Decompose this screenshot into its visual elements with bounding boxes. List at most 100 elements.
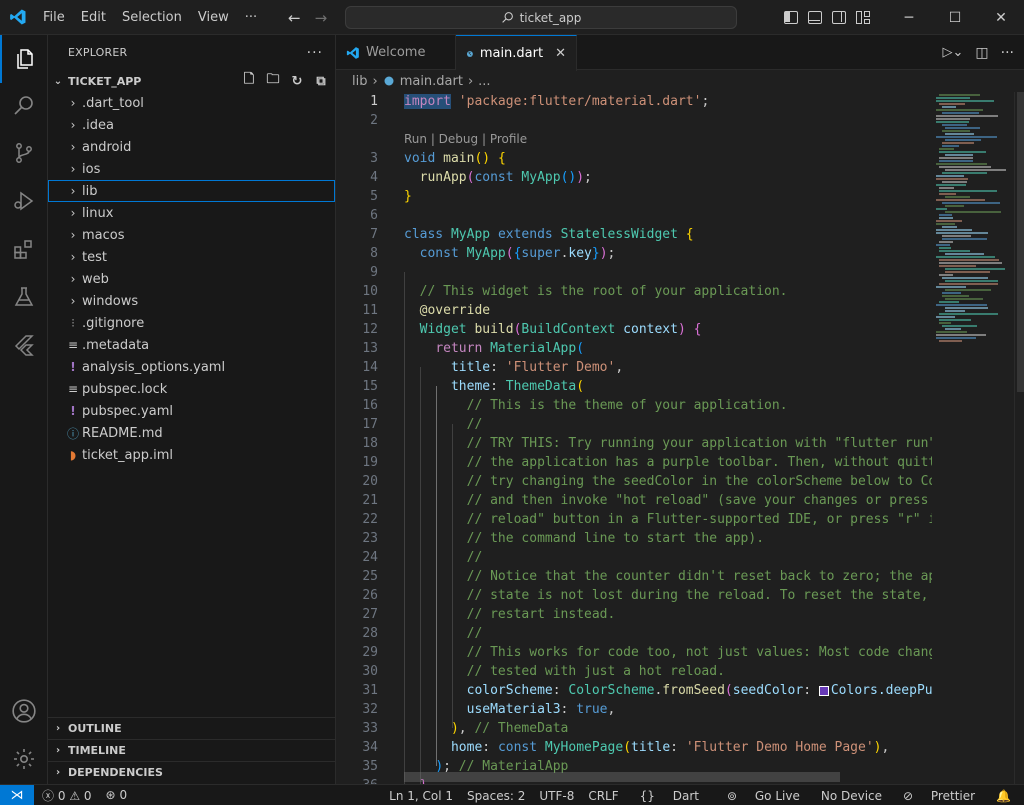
file-readme[interactable]: ⓘ README.md bbox=[48, 422, 335, 444]
close-window-icon[interactable]: ✕ bbox=[978, 0, 1024, 35]
collapse-all-icon[interactable]: ⧉ bbox=[313, 73, 329, 89]
folder-lib[interactable]: › lib bbox=[48, 180, 335, 202]
file-gitignore[interactable]: ⁝ .gitignore bbox=[48, 312, 335, 334]
customize-layout-icon[interactable] bbox=[856, 11, 870, 24]
dependencies-section[interactable]: › DEPENDENCIES bbox=[48, 761, 335, 783]
ports-indicator[interactable]: ⊛ 0 bbox=[106, 788, 128, 802]
menu-more[interactable]: ··· bbox=[237, 0, 265, 35]
accounts-activity[interactable] bbox=[0, 687, 48, 735]
timeline-section[interactable]: › TIMELINE bbox=[48, 739, 335, 761]
extensions-activity[interactable] bbox=[0, 225, 48, 273]
minimap-line bbox=[936, 136, 997, 138]
menu-edit[interactable]: Edit bbox=[73, 0, 114, 35]
minimap[interactable] bbox=[936, 92, 1014, 784]
line-number: 1 bbox=[370, 94, 378, 109]
toggle-primary-sidebar-icon[interactable] bbox=[784, 11, 798, 24]
code-editor[interactable]: 1 2 3 4 5 6 7 8 9 10 11 12 13 14 15 16 17 18 19 20 21 22 23 24 2… bbox=[336, 92, 1024, 784]
search-activity[interactable] bbox=[0, 81, 48, 129]
folder-windows[interactable]: › windows bbox=[48, 290, 335, 312]
minimap-line bbox=[942, 238, 988, 240]
folder-dart-tool[interactable]: › .dart_tool bbox=[48, 92, 335, 114]
code-lens-run-debug[interactable]: Run | Debug | Profile bbox=[404, 130, 527, 149]
tab-welcome[interactable]: Welcome bbox=[336, 35, 456, 70]
minimap-line bbox=[936, 316, 955, 318]
encoding[interactable]: UTF-8 bbox=[532, 789, 581, 803]
device-selector[interactable]: No Device bbox=[814, 789, 889, 803]
problems-indicator[interactable]: ⓧ 0 ⚠ 0 bbox=[42, 787, 92, 804]
folder-android[interactable]: › android bbox=[48, 136, 335, 158]
menu-bar: File Edit Selection View ··· bbox=[35, 0, 265, 35]
run-dropdown-icon[interactable]: ▷⌄ bbox=[943, 45, 964, 60]
folder-ios[interactable]: › ios bbox=[48, 158, 335, 180]
refresh-icon[interactable]: ↻ bbox=[289, 73, 305, 89]
folder-test[interactable]: › test bbox=[48, 246, 335, 268]
command-center-search[interactable]: ticket_app bbox=[345, 6, 737, 29]
color-swatch[interactable] bbox=[818, 685, 829, 696]
back-arrow-icon[interactable]: ← bbox=[288, 9, 301, 27]
cursor-position[interactable]: Ln 1, Col 1 bbox=[382, 789, 460, 803]
code-line: // try changing the seedColor in the col… bbox=[466, 474, 932, 489]
run-debug-icon bbox=[14, 191, 34, 211]
minimap-line bbox=[939, 160, 974, 162]
explorer-more-icon[interactable]: ··· bbox=[307, 45, 323, 61]
file-pubspec-yaml[interactable]: ! pubspec.yaml bbox=[48, 400, 335, 422]
more-actions-icon[interactable]: ··· bbox=[1001, 45, 1014, 61]
line-number: 32 bbox=[362, 702, 378, 717]
forward-arrow-icon[interactable]: → bbox=[315, 9, 328, 27]
vertical-scrollbar[interactable] bbox=[1014, 92, 1024, 784]
code-line: // bbox=[466, 550, 483, 565]
breadcrumb-symbol[interactable]: ... bbox=[478, 74, 490, 89]
horizontal-scrollbar[interactable] bbox=[404, 772, 840, 782]
breadcrumb-separator-icon: › bbox=[372, 73, 378, 89]
chevron-right-icon: › bbox=[70, 140, 76, 154]
minimap-line bbox=[936, 229, 973, 231]
line-number: 13 bbox=[362, 341, 378, 356]
folder-web[interactable]: › web bbox=[48, 268, 335, 290]
file-analysis-options[interactable]: ! analysis_options.yaml bbox=[48, 356, 335, 378]
new-folder-icon[interactable]: 🗀 bbox=[265, 72, 281, 89]
file-pubspec-lock[interactable]: ≡ pubspec.lock bbox=[48, 378, 335, 400]
toggle-panel-icon[interactable] bbox=[808, 11, 822, 24]
yaml-icon: ! bbox=[70, 404, 76, 418]
source-control-icon bbox=[16, 143, 32, 163]
new-file-icon[interactable]: 🗋 bbox=[241, 72, 257, 89]
indentation[interactable]: Spaces: 2 bbox=[460, 789, 532, 803]
toggle-secondary-sidebar-icon[interactable] bbox=[832, 11, 846, 24]
breadcrumb: lib › main.dart › ... bbox=[336, 70, 1024, 92]
explorer-activity[interactable] bbox=[0, 35, 48, 83]
folder-idea[interactable]: › .idea bbox=[48, 114, 335, 136]
project-root[interactable]: ⌄ TICKET_APP 🗋 🗀 ↻ ⧉ bbox=[48, 70, 335, 92]
breadcrumb-file[interactable]: main.dart bbox=[400, 74, 463, 89]
end-of-line[interactable]: CRLF bbox=[581, 789, 625, 803]
split-editor-icon[interactable]: ◫ bbox=[975, 45, 988, 61]
go-live-button[interactable]: ⊚ Go Live bbox=[713, 789, 814, 803]
account-icon bbox=[12, 699, 36, 723]
folder-linux[interactable]: › linux bbox=[48, 202, 335, 224]
menu-view[interactable]: View bbox=[190, 0, 237, 35]
tab-bar: Welcome main.dart ✕ ▷⌄ ◫ ··· bbox=[336, 35, 1024, 71]
code-line: Widget build(BuildContext context) { bbox=[419, 322, 702, 337]
notifications-bell-icon[interactable]: 🔔 bbox=[989, 789, 1018, 803]
prettier-status[interactable]: ⊘ Prettier bbox=[889, 789, 989, 803]
manage-activity[interactable] bbox=[0, 735, 48, 783]
menu-file[interactable]: File bbox=[35, 0, 73, 35]
breadcrumb-folder[interactable]: lib bbox=[352, 74, 367, 89]
language-mode[interactable]: {} Dart bbox=[626, 789, 713, 803]
close-tab-icon[interactable]: ✕ bbox=[555, 46, 566, 61]
maximize-icon[interactable]: ☐ bbox=[932, 0, 978, 35]
flutter-activity[interactable] bbox=[0, 321, 48, 369]
minimize-icon[interactable]: ─ bbox=[886, 0, 932, 35]
source-control-activity[interactable] bbox=[0, 129, 48, 177]
file-ticket-app-iml[interactable]: ◗ ticket_app.iml bbox=[48, 444, 335, 466]
code-line: useMaterial3: true, bbox=[466, 702, 616, 717]
minimap-line bbox=[936, 100, 995, 102]
folder-macos[interactable]: › macos bbox=[48, 224, 335, 246]
testing-activity[interactable] bbox=[0, 273, 48, 321]
remote-indicator-icon[interactable]: ⋊ bbox=[0, 784, 34, 805]
menu-selection[interactable]: Selection bbox=[114, 0, 190, 35]
line-number: 26 bbox=[362, 588, 378, 603]
tab-main-dart[interactable]: main.dart ✕ bbox=[456, 35, 577, 71]
run-debug-activity[interactable] bbox=[0, 177, 48, 225]
file-metadata[interactable]: ≡ .metadata bbox=[48, 334, 335, 356]
outline-section[interactable]: › OUTLINE bbox=[48, 717, 335, 739]
